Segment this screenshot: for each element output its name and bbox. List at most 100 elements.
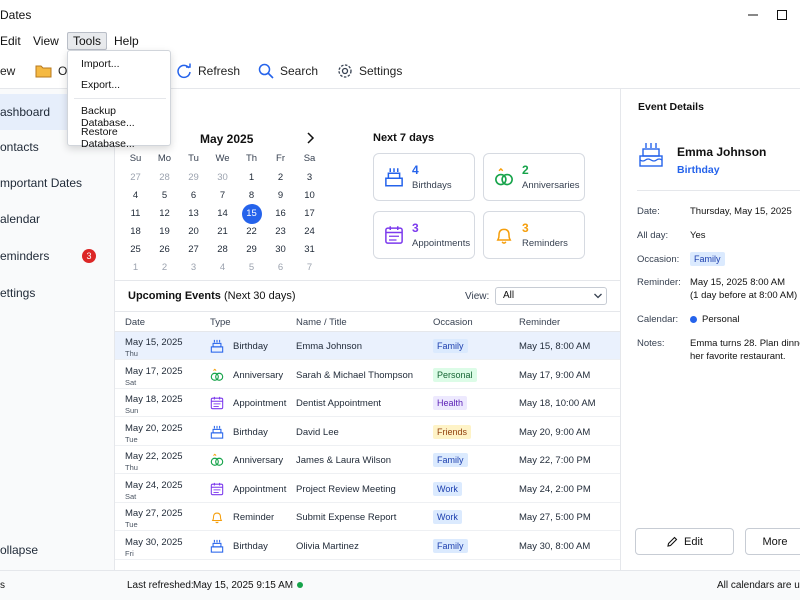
- menu-view[interactable]: View: [28, 32, 64, 50]
- sidebar-item-settings[interactable]: ettings: [0, 275, 114, 311]
- window-title: Dates: [0, 8, 32, 22]
- sidebar-item-reminders[interactable]: eminders: [0, 238, 114, 274]
- calendar-day[interactable]: 16: [266, 208, 295, 219]
- menu-tools[interactable]: Tools: [67, 32, 108, 50]
- more-button[interactable]: More: [745, 528, 800, 555]
- settings-button[interactable]: Settings: [337, 60, 402, 82]
- new-label: ew: [0, 64, 16, 78]
- minimize-button[interactable]: [743, 5, 763, 25]
- calendar-day[interactable]: 14: [208, 208, 237, 219]
- calendar-day[interactable]: 5: [150, 190, 179, 201]
- maximize-button[interactable]: [772, 5, 792, 25]
- calendar-day[interactable]: 4: [208, 262, 237, 273]
- column-header-reminder[interactable]: Reminder: [519, 317, 560, 328]
- calendar-day[interactable]: 4: [121, 190, 150, 201]
- calendar-day[interactable]: 30: [266, 244, 295, 255]
- occasion-pill: Personal: [433, 367, 477, 382]
- weekday-header: We: [215, 153, 230, 164]
- calendar-day[interactable]: 22: [237, 226, 266, 237]
- settings-label: Settings: [359, 64, 403, 78]
- calendar-day[interactable]: 29: [179, 172, 208, 183]
- calendar-day[interactable]: 31: [295, 244, 324, 255]
- calendar-day[interactable]: 29: [237, 244, 266, 255]
- calendar-day[interactable]: 13: [179, 208, 208, 219]
- calendar-day[interactable]: 27: [179, 244, 208, 255]
- calendar-day[interactable]: 30: [208, 172, 237, 183]
- table-row[interactable]: May 18, 2025 Sun Appointment Dentist Appoin…: [115, 389, 620, 417]
- cake-icon: [210, 339, 224, 353]
- notes-line-2: her favorite restaurant.: [690, 351, 786, 362]
- calendar-day[interactable]: 10: [295, 190, 324, 201]
- refresh-button[interactable]: Refresh: [176, 60, 240, 82]
- calendar-day[interactable]: 25: [121, 244, 150, 255]
- event-weekday: Thu: [125, 463, 138, 472]
- divider: [637, 190, 800, 191]
- calendar-day[interactable]: 3: [179, 262, 208, 273]
- calendar-day[interactable]: 20: [179, 226, 208, 237]
- summary-card-reminders[interactable]: 3 Reminders: [483, 211, 585, 259]
- calendar-day[interactable]: 6: [179, 190, 208, 201]
- table-row[interactable]: May 24, 2025 Sat Appointment Project Review…: [115, 475, 620, 503]
- sidebar: ashboard ontacts mportant Dates alendar …: [0, 89, 115, 570]
- sidebar-item-important-dates[interactable]: mportant Dates: [0, 165, 114, 201]
- weekday-header: Th: [245, 153, 258, 164]
- column-header-type[interactable]: Type: [210, 317, 231, 328]
- calendar-day[interactable]: 12: [150, 208, 179, 219]
- calendar-day[interactable]: 1: [237, 172, 266, 183]
- calendar-day[interactable]: 18: [121, 226, 150, 237]
- search-button[interactable]: Search: [258, 60, 318, 82]
- sidebar-item-label: ashboard: [0, 105, 51, 119]
- calendar-day[interactable]: 9: [266, 190, 295, 201]
- calendar-day[interactable]: 7: [208, 190, 237, 201]
- summary-card-birthdays[interactable]: 4 Birthdays: [373, 153, 475, 201]
- table-row[interactable]: May 22, 2025 Thu Anniversary James & Laura …: [115, 446, 620, 474]
- table-row[interactable]: May 17, 2025 Sat Anniversary Sarah & Michae…: [115, 361, 620, 389]
- calendar-day[interactable]: 27: [121, 172, 150, 183]
- calendar-day[interactable]: 24: [295, 226, 324, 237]
- calendar-day[interactable]: 23: [266, 226, 295, 237]
- calendar-day[interactable]: 28: [150, 172, 179, 183]
- calendar-day[interactable]: 2: [266, 172, 295, 183]
- menu-item-export[interactable]: Export...: [81, 79, 120, 91]
- calendar-day[interactable]: 26: [150, 244, 179, 255]
- calendar-label: Calendar:: [637, 314, 679, 325]
- calendar-day[interactable]: 21: [208, 226, 237, 237]
- calendar-day[interactable]: 19: [150, 226, 179, 237]
- calendar-day[interactable]: 6: [266, 262, 295, 273]
- menu-item-restore[interactable]: Restore Database...: [81, 126, 170, 150]
- calendar-day[interactable]: 28: [208, 244, 237, 255]
- calendar-day[interactable]: 3: [295, 172, 324, 183]
- table-row[interactable]: May 20, 2025 Tue Birthday David Lee Friends M…: [115, 418, 620, 446]
- view-filter-select[interactable]: All: [495, 287, 607, 305]
- calendar-day[interactable]: 11: [121, 208, 150, 219]
- edit-button[interactable]: Edit: [635, 528, 734, 555]
- calendar-day[interactable]: 2: [150, 262, 179, 273]
- summary-card-label: Birthdays: [412, 180, 452, 191]
- calendar-icon: [384, 225, 404, 245]
- event-reminder: May 27, 5:00 PM: [519, 512, 591, 523]
- calendar-day[interactable]: 17: [295, 208, 324, 219]
- next-month-button[interactable]: [305, 132, 315, 144]
- table-row[interactable]: May 15, 2025 Thu Birthday Emma Johnson Famil…: [115, 332, 620, 360]
- calendar-day[interactable]: 7: [295, 262, 324, 273]
- calendar-day[interactable]: 8: [237, 190, 266, 201]
- column-header-name[interactable]: Name / Title: [296, 317, 347, 328]
- new-button[interactable]: ew: [0, 60, 15, 82]
- weekday-header: Mo: [157, 153, 172, 164]
- calendar-day-today[interactable]: 15: [237, 208, 266, 219]
- sidebar-item-calendar[interactable]: alendar: [0, 201, 114, 237]
- calendar-day[interactable]: 5: [237, 262, 266, 273]
- calendar-value: Personal: [702, 314, 740, 325]
- summary-card-anniversaries[interactable]: 2 Anniversaries: [483, 153, 585, 201]
- menu-edit[interactable]: Edit: [0, 32, 26, 50]
- column-header-occasion[interactable]: Occasion: [433, 317, 473, 328]
- table-row[interactable]: May 27, 2025 Tue Reminder Submit Expense Re…: [115, 503, 620, 531]
- table-row[interactable]: May 30, 2025 Fri Birthday Olivia Martinez Fa…: [115, 532, 620, 560]
- sidebar-collapse-button[interactable]: ollapse: [0, 532, 114, 568]
- dashboard-main: May 2025 Su Mo Tu We Th Fr Sa 27 28 29 30 1 2 3 4 5 6 7 8 9…: [115, 89, 620, 570]
- menu-help[interactable]: Help: [109, 32, 144, 50]
- column-header-date[interactable]: Date: [125, 317, 145, 328]
- calendar-day[interactable]: 1: [121, 262, 150, 273]
- menu-item-import[interactable]: Import...: [81, 58, 120, 70]
- summary-card-appointments[interactable]: 3 Appointments: [373, 211, 475, 259]
